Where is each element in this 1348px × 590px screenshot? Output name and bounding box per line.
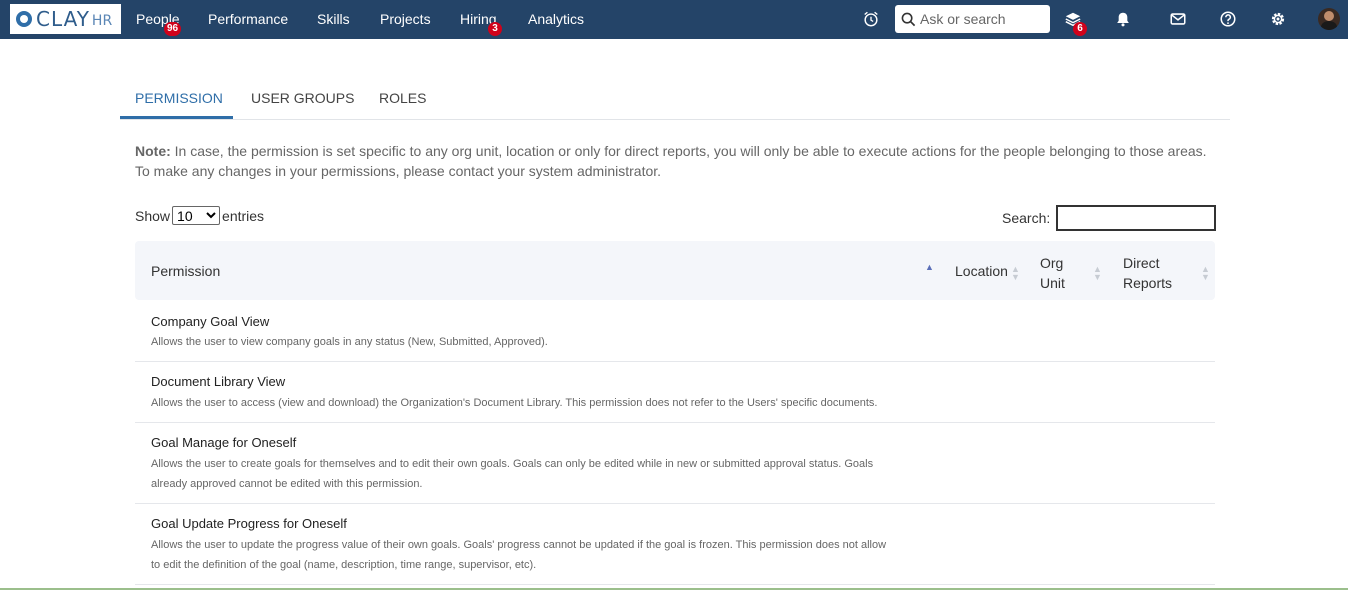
- settings-gear-icon[interactable]: [1267, 8, 1289, 30]
- logo-subtext: HR: [91, 13, 113, 29]
- logo-icon: [16, 11, 32, 27]
- table-row: Goal Update Progress for Oneself Allows …: [135, 504, 1215, 585]
- tab-user-groups[interactable]: USER GROUPS: [251, 90, 354, 106]
- mail-icon[interactable]: [1167, 8, 1189, 30]
- global-search[interactable]: [895, 5, 1050, 33]
- permission-description: Allows the user to create goals for them…: [151, 454, 931, 494]
- logo-text: CLAY: [36, 7, 90, 31]
- permission-name: Document Library View: [151, 374, 286, 389]
- top-navbar: CLAY HR People 96 Performance Skills Pro…: [0, 0, 1348, 39]
- description-line: Allows the user to access (view and down…: [151, 397, 878, 409]
- hiring-badge: 3: [488, 22, 502, 36]
- clayhr-logo[interactable]: CLAY HR: [10, 4, 121, 34]
- description-line: already approved cannot be edited with t…: [151, 478, 423, 490]
- sort-icon[interactable]: ▲ ▼: [1011, 265, 1020, 282]
- description-line: Allows the user to update the progress v…: [151, 539, 887, 551]
- alarm-clock-icon[interactable]: [860, 8, 882, 30]
- nav-projects[interactable]: Projects: [380, 11, 431, 27]
- entries-control: Show 10 entries: [135, 206, 264, 225]
- table-search-input[interactable]: [1056, 205, 1217, 231]
- help-icon[interactable]: [1217, 8, 1239, 30]
- note-line-2: To make any changes in your permissions,…: [135, 163, 662, 179]
- column-header-permission[interactable]: Permission: [151, 263, 220, 279]
- permission-name: Goal Update Progress for Oneself: [151, 516, 347, 531]
- permission-name: Company Goal View: [151, 314, 270, 329]
- table-header: Permission ▲ Location ▲ ▼ Org Unit ▲ ▼ Dir…: [135, 241, 1215, 300]
- tab-roles[interactable]: ROLES: [379, 90, 426, 106]
- learning-badge: 6: [1073, 22, 1087, 36]
- direct-reports-line-1: Direct: [1123, 255, 1160, 271]
- nav-analytics[interactable]: Analytics: [528, 11, 584, 27]
- column-header-direct-reports[interactable]: Direct Reports: [1123, 253, 1172, 293]
- description-line: Allows the user to create goals for them…: [151, 458, 874, 470]
- column-header-location[interactable]: Location: [955, 263, 1008, 279]
- bell-icon[interactable]: [1112, 8, 1134, 30]
- table-search: Search:: [1002, 205, 1217, 231]
- direct-reports-line-2: Reports: [1123, 275, 1173, 291]
- user-avatar[interactable]: [1318, 8, 1340, 30]
- org-unit-line-1: Org: [1040, 255, 1064, 271]
- permission-description: Allows the user to update the progress v…: [151, 535, 931, 575]
- nav-performance[interactable]: Performance: [208, 11, 288, 27]
- sort-ascending-icon[interactable]: ▲: [925, 263, 934, 272]
- column-header-org-unit[interactable]: Org Unit: [1040, 253, 1065, 293]
- permission-name: Goal Manage for Oneself: [151, 435, 297, 450]
- show-label: Show: [135, 207, 171, 224]
- permission-tabs: PERMISSION USER GROUPS ROLES: [120, 78, 1230, 120]
- org-unit-line-2: Unit: [1040, 275, 1065, 291]
- people-badge: 96: [164, 22, 182, 36]
- table-search-label: Search:: [1002, 210, 1051, 226]
- description-line: Allows the user to view company goals in…: [151, 336, 548, 348]
- description-line: to edit the definition of the goal (name…: [151, 559, 537, 571]
- note-label: Note:: [135, 143, 171, 159]
- global-search-input[interactable]: [920, 11, 1045, 27]
- tab-permission[interactable]: PERMISSION: [135, 90, 223, 106]
- nav-skills[interactable]: Skills: [317, 11, 350, 27]
- active-tab-indicator: [120, 116, 233, 119]
- entries-select[interactable]: 10: [172, 206, 221, 225]
- permission-description: Allows the user to access (view and down…: [151, 393, 951, 413]
- sort-icon[interactable]: ▲ ▼: [1093, 265, 1102, 282]
- table-row: Goal Manage for Oneself Allows the user …: [135, 423, 1215, 504]
- permission-description: Allows the user to view company goals in…: [151, 332, 931, 352]
- note-line-1: In case, the permission is set specific …: [170, 143, 1207, 159]
- entries-label: entries: [222, 207, 265, 224]
- permission-note: Note: In case, the permission is set spe…: [135, 141, 1215, 181]
- sort-icon[interactable]: ▲ ▼: [1201, 265, 1210, 282]
- table-row: Document Library View Allows the user to…: [135, 362, 1215, 423]
- table-row: Company Goal View Allows the user to vie…: [135, 300, 1215, 362]
- search-icon: [901, 12, 916, 27]
